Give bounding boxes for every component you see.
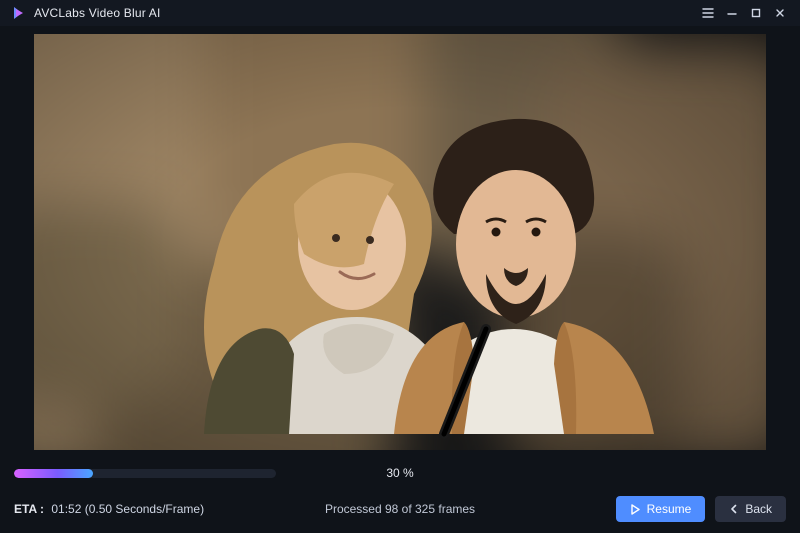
eta-value: 01:52 (0.50 Seconds/Frame) (51, 502, 204, 516)
eta-label: ETA : (14, 502, 44, 516)
chevron-left-icon (729, 504, 739, 514)
bottom-bar: ETA : 01:52 (0.50 Seconds/Frame) Process… (0, 486, 800, 522)
resume-button-label: Resume (647, 502, 692, 516)
back-button-label: Back (745, 502, 772, 516)
preview-container (0, 26, 800, 454)
progress-track (14, 469, 276, 478)
minimize-icon[interactable] (720, 1, 744, 25)
menu-icon[interactable] (696, 1, 720, 25)
preview-subjects (34, 34, 766, 450)
progress-row: 30 % (0, 454, 800, 486)
progress-fill (14, 469, 93, 478)
progress-percent: 30 % (290, 466, 510, 480)
eta-block: ETA : 01:52 (0.50 Seconds/Frame) (14, 502, 204, 516)
title-bar: AVCLabs Video Blur AI (0, 0, 800, 26)
back-button[interactable]: Back (715, 496, 786, 522)
close-icon[interactable] (768, 1, 792, 25)
app-title: AVCLabs Video Blur AI (34, 6, 161, 20)
maximize-icon[interactable] (744, 1, 768, 25)
video-preview (34, 34, 766, 450)
play-icon (630, 504, 641, 515)
app-logo-icon (10, 5, 26, 21)
resume-button[interactable]: Resume (616, 496, 706, 522)
